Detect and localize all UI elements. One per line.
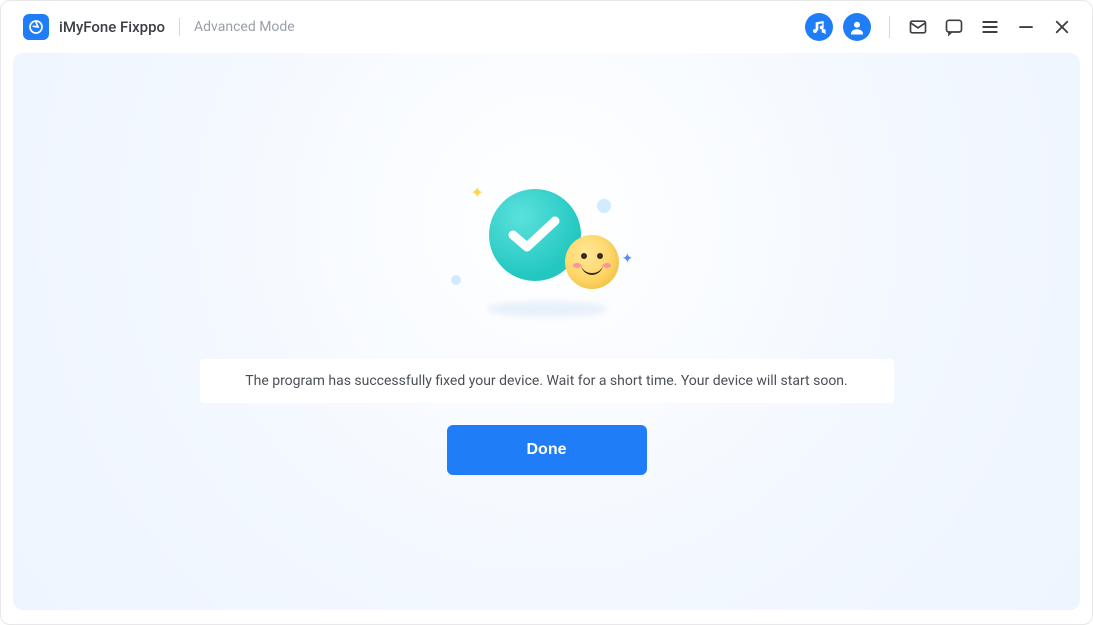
system-buttons <box>908 17 1072 37</box>
sparkle-icon: ✦ <box>622 251 634 267</box>
music-icon[interactable] <box>805 13 833 41</box>
decorative-dot <box>451 275 461 285</box>
close-icon[interactable] <box>1052 17 1072 37</box>
decorative-dot <box>597 199 611 213</box>
content-panel: ✦ ✦ The program has successfully fixed y… <box>13 53 1080 610</box>
done-button[interactable]: Done <box>447 425 647 475</box>
app-name: iMyFone Fixppo <box>59 18 165 36</box>
smiley-icon <box>565 235 619 289</box>
app-window: iMyFone Fixppo Advanced Mode <box>0 0 1093 625</box>
success-illustration: ✦ ✦ <box>447 183 647 323</box>
checkmark-icon <box>507 215 561 255</box>
shadow <box>487 301 607 317</box>
mode-label: Advanced Mode <box>194 19 295 35</box>
sparkle-icon: ✦ <box>471 183 484 202</box>
minimize-icon[interactable] <box>1016 17 1036 37</box>
feedback-icon[interactable] <box>944 17 964 37</box>
account-icon[interactable] <box>843 13 871 41</box>
titlebar: iMyFone Fixppo Advanced Mode <box>1 1 1092 53</box>
title-actions <box>805 13 1072 41</box>
status-message: The program has successfully fixed your … <box>200 359 894 403</box>
vertical-separator <box>889 16 890 38</box>
menu-icon[interactable] <box>980 17 1000 37</box>
mail-icon[interactable] <box>908 17 928 37</box>
app-logo-icon <box>23 14 49 40</box>
mode-separator <box>179 18 180 36</box>
